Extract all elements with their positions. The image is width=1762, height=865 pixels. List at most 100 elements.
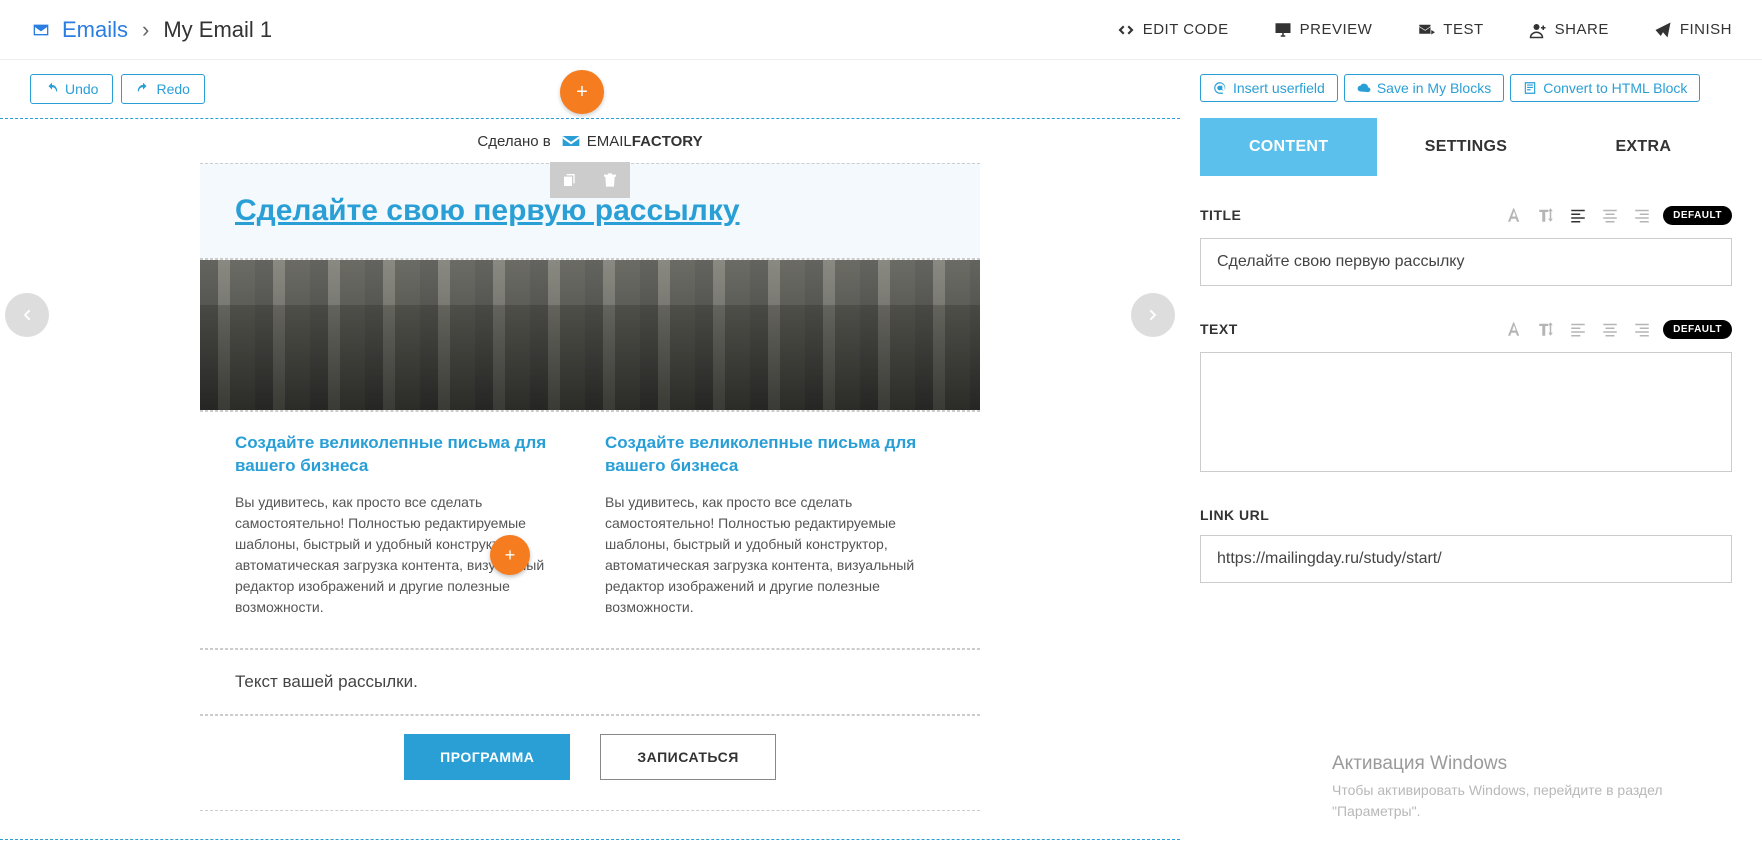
edit-code-button[interactable]: EDIT CODE — [1117, 21, 1229, 39]
font-icon — [1505, 206, 1523, 224]
align-left-button[interactable] — [1567, 204, 1589, 226]
text-align-left-button[interactable] — [1567, 318, 1589, 340]
text-format-tools: DEFAULT — [1503, 318, 1732, 340]
chevron-right-icon — [1145, 307, 1161, 323]
col2-body: Вы удивитесь, как просто все сделать сам… — [605, 492, 945, 618]
add-block-inline-button[interactable]: + — [490, 535, 530, 575]
col2-heading: Создайте великолепные письма для вашего … — [605, 432, 945, 478]
made-in-banner: Сделано в EMAILFACTORY — [0, 119, 1180, 163]
monitor-icon — [1274, 21, 1292, 39]
next-block-button[interactable] — [1131, 293, 1175, 337]
primary-cta-button[interactable]: ПРОГРАММА — [404, 734, 570, 780]
share-button[interactable]: SHARE — [1529, 21, 1609, 39]
made-in-label: Сделано в — [477, 133, 550, 150]
convert-html-button[interactable]: Convert to HTML Block — [1510, 74, 1700, 102]
delete-block-button[interactable] — [590, 162, 630, 198]
watermark-body: Чтобы активировать Windows, перейдите в … — [1332, 780, 1732, 822]
finish-button[interactable]: FINISH — [1654, 21, 1732, 39]
title-format-tools: DEFAULT — [1503, 204, 1732, 226]
main-layout: Undo Redo + Сделано в EMAILFACTORY — [0, 60, 1762, 840]
font-size-button[interactable] — [1535, 204, 1557, 226]
hero-image — [200, 260, 980, 410]
font-family-button[interactable] — [1503, 204, 1525, 226]
block-action-buttons: Insert userfield Save in My Blocks Conve… — [1200, 74, 1732, 102]
link-field-group: LINK URL — [1200, 507, 1732, 583]
breadcrumb: Emails › My Email 1 — [30, 17, 272, 43]
watermark-title: Активация Windows — [1332, 750, 1732, 779]
hero-image-block[interactable] — [200, 259, 980, 411]
title-label: TITLE — [1200, 207, 1241, 223]
chevron-right-icon: › — [142, 17, 149, 43]
secondary-cta-button[interactable]: ЗАПИСАТЬСЯ — [600, 734, 775, 780]
windows-activation-watermark: Активация Windows Чтобы активировать Win… — [1332, 750, 1732, 823]
text-label: TEXT — [1200, 321, 1238, 337]
tab-extra[interactable]: EXTRA — [1555, 118, 1732, 176]
paper-plane-icon — [1654, 21, 1672, 39]
align-left-icon — [1569, 206, 1587, 224]
canvas-scroll[interactable]: Сделано в EMAILFACTORY — [0, 119, 1180, 839]
align-right-button[interactable] — [1631, 204, 1653, 226]
text-input[interactable] — [1200, 352, 1732, 472]
link-url-input[interactable] — [1200, 535, 1732, 583]
preview-button[interactable]: PREVIEW — [1274, 21, 1373, 39]
align-right-icon — [1633, 206, 1651, 224]
text-height-icon — [1537, 320, 1555, 338]
col1-heading: Создайте великолепные письма для вашего … — [235, 432, 575, 478]
canvas-area: Сделано в EMAILFACTORY — [0, 118, 1180, 840]
property-tabs: CONTENT SETTINGS EXTRA — [1200, 118, 1732, 176]
email-body: Сделайте свою первую рассылку Создайте в… — [200, 163, 980, 811]
column-2: Создайте великолепные письма для вашего … — [605, 432, 945, 618]
undo-icon — [45, 82, 59, 96]
redo-button[interactable]: Redo — [121, 74, 204, 104]
emailfactory-logo[interactable]: EMAILFACTORY — [561, 131, 703, 151]
chevron-left-icon — [19, 307, 35, 323]
column-1: Создайте великолепные письма для вашего … — [235, 432, 575, 618]
title-input[interactable] — [1200, 238, 1732, 286]
properties-panel: Insert userfield Save in My Blocks Conve… — [1180, 60, 1762, 840]
tab-settings[interactable]: SETTINGS — [1377, 118, 1554, 176]
text-block[interactable]: Текст вашей рассылки. — [200, 649, 980, 715]
mail-send-icon — [1417, 21, 1435, 39]
cloud-save-icon — [1357, 81, 1371, 95]
link-label: LINK URL — [1200, 507, 1269, 523]
align-right-icon — [1633, 320, 1651, 338]
app-header: Emails › My Email 1 EDIT CODE PREVIEW TE… — [0, 0, 1762, 60]
text-align-right-button[interactable] — [1631, 318, 1653, 340]
undo-button[interactable]: Undo — [30, 74, 113, 104]
breadcrumb-current: My Email 1 — [163, 17, 272, 43]
insert-userfield-button[interactable]: Insert userfield — [1200, 74, 1338, 102]
trash-icon — [602, 172, 618, 188]
user-add-icon — [1529, 21, 1547, 39]
copy-icon — [562, 172, 578, 188]
canvas-column: Undo Redo + Сделано в EMAILFACTORY — [0, 60, 1180, 840]
text-height-icon — [1537, 206, 1555, 224]
at-icon — [1213, 81, 1227, 95]
redo-icon — [136, 82, 150, 96]
align-center-icon — [1601, 206, 1619, 224]
align-center-icon — [1601, 320, 1619, 338]
test-button[interactable]: TEST — [1417, 21, 1483, 39]
button-block[interactable]: ПРОГРАММА ЗАПИСАТЬСЯ — [200, 715, 980, 811]
font-icon — [1505, 320, 1523, 338]
text-font-family-button[interactable] — [1503, 318, 1525, 340]
save-my-blocks-button[interactable]: Save in My Blocks — [1344, 74, 1504, 102]
text-block-content: Текст вашей рассылки. — [235, 672, 418, 691]
text-align-center-button[interactable] — [1599, 318, 1621, 340]
align-center-button[interactable] — [1599, 204, 1621, 226]
breadcrumb-root[interactable]: Emails — [30, 17, 128, 43]
two-column-block[interactable]: Создайте великолепные письма для вашего … — [200, 411, 980, 649]
title-default-chip[interactable]: DEFAULT — [1663, 206, 1732, 225]
prev-block-button[interactable] — [5, 293, 49, 337]
title-block[interactable]: Сделайте свою первую рассылку — [200, 163, 980, 259]
align-left-icon — [1569, 320, 1587, 338]
title-field-group: TITLE DEFAULT — [1200, 204, 1732, 286]
tab-content[interactable]: CONTENT — [1200, 118, 1377, 176]
logo-mark-icon — [561, 131, 581, 151]
copy-block-button[interactable] — [550, 162, 590, 198]
envelope-icon — [30, 22, 52, 38]
text-field-group: TEXT DEFAULT — [1200, 318, 1732, 475]
text-default-chip[interactable]: DEFAULT — [1663, 320, 1732, 339]
add-block-button[interactable]: + — [560, 70, 604, 114]
text-font-size-button[interactable] — [1535, 318, 1557, 340]
email-title-link[interactable]: Сделайте свою первую рассылку — [235, 194, 740, 227]
